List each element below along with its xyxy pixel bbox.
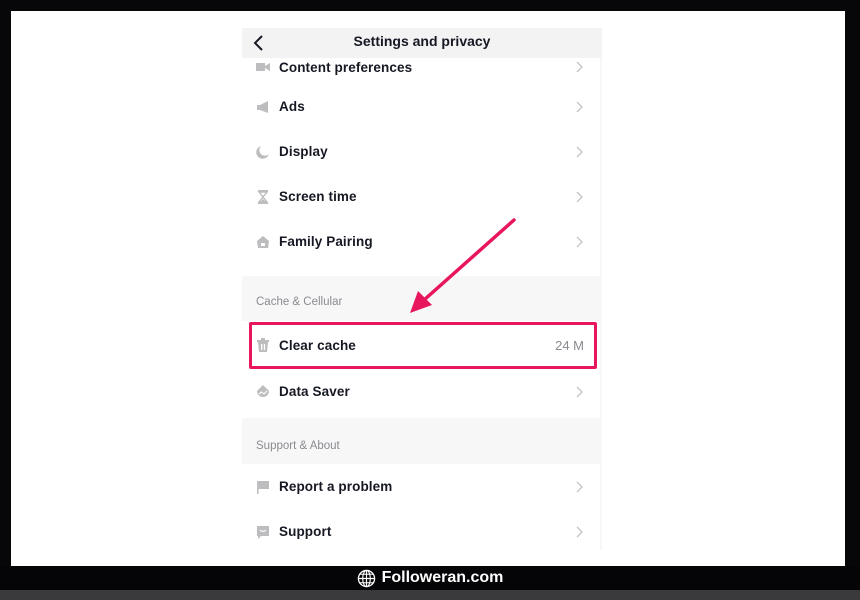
settings-panel: Settings and privacy Content preferences… [242,28,602,550]
row-clear-cache[interactable]: Clear cache 24 M [242,321,600,369]
row-family-pairing[interactable]: Family Pairing [242,219,600,264]
row-report-a-problem[interactable]: Report a problem [242,464,600,509]
globe-icon [357,569,375,587]
data-saver-icon [256,384,270,399]
row-screen-time[interactable]: Screen time [242,174,600,219]
moon-icon [256,145,270,159]
page-title: Settings and privacy [353,33,491,49]
row-display[interactable]: Display [242,129,600,174]
megaphone-icon [256,100,270,114]
flag-icon [256,480,270,494]
section-title-support-about: Support & About [256,440,340,452]
row-ads[interactable]: Ads [242,84,600,129]
chevron-right-icon [576,191,583,202]
trash-icon [256,338,270,352]
support-about-group: Report a problem Support [242,464,600,550]
row-content-preferences[interactable]: Content preferences [242,58,600,76]
chevron-right-icon [576,236,583,247]
general-group: Content preferences Ads Display Screen t… [242,58,600,276]
chevron-right-icon [576,481,583,492]
chevron-right-icon [576,101,583,112]
device-base [0,590,860,600]
house-icon [256,235,270,249]
watermark: Followeran.com [0,566,860,590]
chevron-right-icon [576,61,583,73]
cache-size-value: 24 M [555,337,584,353]
row-data-saver[interactable]: Data Saver [242,369,600,414]
hourglass-icon [256,189,270,204]
chevron-right-icon [576,386,583,397]
section-title-cache-cellular: Cache & Cellular [256,296,343,308]
header-bar: Settings and privacy [242,28,602,58]
chevron-right-icon [576,146,583,157]
row-support[interactable]: Support [242,509,600,554]
chevron-right-icon [576,526,583,537]
watermark-text: Followeran.com [381,569,504,586]
cache-cellular-group: Clear cache 24 M Data Saver [242,321,600,418]
video-camera-icon [256,60,270,74]
chat-bubble-icon [256,525,270,539]
